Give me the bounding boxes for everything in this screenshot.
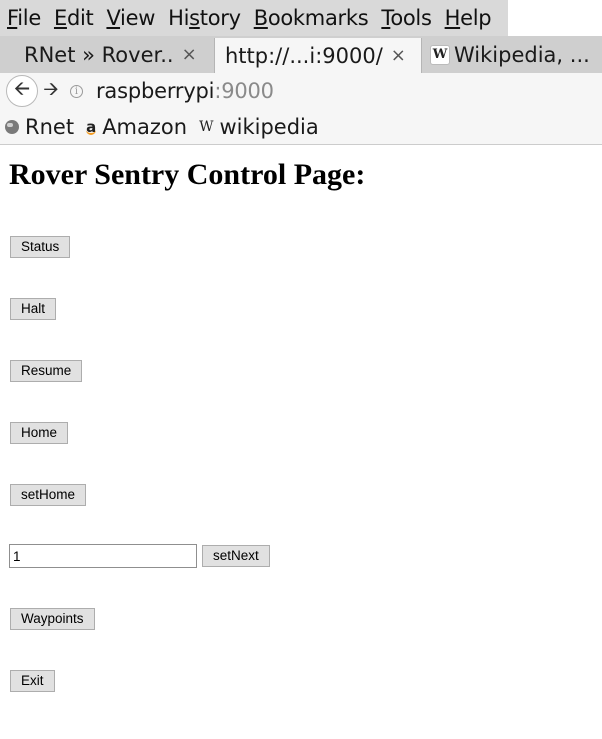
sethome-button[interactable]: setHome bbox=[10, 484, 87, 506]
bookmark-rnet[interactable]: Rnet bbox=[0, 115, 74, 139]
menu-view[interactable]: View bbox=[99, 0, 161, 36]
menu-history[interactable]: History bbox=[161, 0, 247, 36]
menu-edit[interactable]: Edit bbox=[47, 0, 99, 36]
close-icon[interactable]: × bbox=[182, 44, 197, 65]
url-host: raspberrypi bbox=[96, 79, 215, 103]
tab-bar: RNet » Rover.. × http://...i:9000/ × W W… bbox=[0, 36, 602, 73]
tab-title: http://...i:9000/ bbox=[225, 43, 383, 68]
globe-icon bbox=[5, 119, 19, 134]
menu-bookmarks-label: ookmarks bbox=[267, 6, 369, 30]
url-field[interactable]: raspberrypi:9000 bbox=[96, 79, 274, 103]
halt-button[interactable]: Halt bbox=[10, 298, 57, 320]
forward-button[interactable]: 🡪 bbox=[40, 75, 62, 107]
tab-title: Wikipedia, ... bbox=[454, 42, 590, 67]
bookmark-amazon[interactable]: a Amazon bbox=[86, 115, 187, 139]
url-port: :9000 bbox=[214, 79, 274, 103]
wikipedia-icon: W bbox=[199, 118, 214, 135]
setnext-button[interactable]: setNext bbox=[202, 545, 270, 567]
menu-history-accel: s bbox=[189, 6, 200, 30]
bookmarks-bar: Rnet a Amazon W wikipedia bbox=[0, 109, 602, 145]
arrow-left-icon: 🡨 bbox=[13, 76, 31, 100]
menu-history-pre: Hi bbox=[168, 6, 190, 30]
page-title: Rover Sentry Control Page: bbox=[9, 158, 366, 191]
resume-button[interactable]: Resume bbox=[10, 360, 83, 382]
menu-bar: File Edit View History Bookmarks Tools H… bbox=[0, 0, 508, 36]
tab-rnet[interactable]: RNet » Rover.. × bbox=[0, 36, 214, 73]
status-button[interactable]: Status bbox=[10, 236, 71, 258]
next-waypoint-input[interactable] bbox=[9, 544, 197, 568]
bookmark-wikipedia[interactable]: W wikipedia bbox=[199, 115, 319, 139]
menu-bookmarks[interactable]: Bookmarks bbox=[247, 0, 375, 36]
close-icon[interactable]: × bbox=[391, 45, 406, 66]
menu-help[interactable]: Help bbox=[438, 0, 498, 36]
menu-tools-label: ools bbox=[390, 6, 432, 30]
menu-bookmarks-accel: B bbox=[253, 6, 268, 30]
exit-button[interactable]: Exit bbox=[10, 670, 55, 692]
tab-active-rover[interactable]: http://...i:9000/ × bbox=[214, 38, 422, 73]
menu-file-accel: F bbox=[7, 6, 18, 30]
home-button[interactable]: Home bbox=[10, 422, 69, 444]
menu-file[interactable]: File bbox=[0, 0, 47, 36]
navigation-bar: 🡨 🡪 i raspberrypi:9000 bbox=[0, 73, 602, 109]
menu-help-accel: H bbox=[444, 6, 461, 30]
menu-bar-spacer bbox=[508, 0, 602, 36]
bookmark-label: Rnet bbox=[25, 114, 75, 139]
menu-tools-accel: T bbox=[381, 6, 391, 30]
tab-wikipedia[interactable]: W Wikipedia, ... bbox=[424, 36, 602, 73]
amazon-icon: a bbox=[86, 117, 97, 136]
menu-history-label: tory bbox=[199, 6, 241, 30]
menu-tools[interactable]: Tools bbox=[374, 0, 437, 36]
menu-view-accel: V bbox=[106, 6, 121, 30]
menu-edit-label: dit bbox=[66, 6, 94, 30]
menu-view-label: iew bbox=[120, 6, 156, 30]
tab-title: RNet » Rover.. bbox=[24, 42, 174, 67]
bookmark-label: Amazon bbox=[102, 114, 188, 139]
waypoints-button[interactable]: Waypoints bbox=[10, 608, 95, 630]
info-icon[interactable]: i bbox=[70, 84, 83, 98]
menu-file-label: ile bbox=[17, 6, 41, 30]
menu-help-label: elp bbox=[460, 6, 492, 30]
wikipedia-icon: W bbox=[430, 44, 450, 65]
bookmark-label: wikipedia bbox=[219, 114, 319, 139]
arrow-right-icon: 🡪 bbox=[43, 78, 59, 100]
page-content: Rover Sentry Control Page: Status Halt R… bbox=[0, 146, 602, 739]
back-button[interactable]: 🡨 bbox=[6, 75, 38, 107]
menu-edit-accel: E bbox=[53, 6, 67, 30]
